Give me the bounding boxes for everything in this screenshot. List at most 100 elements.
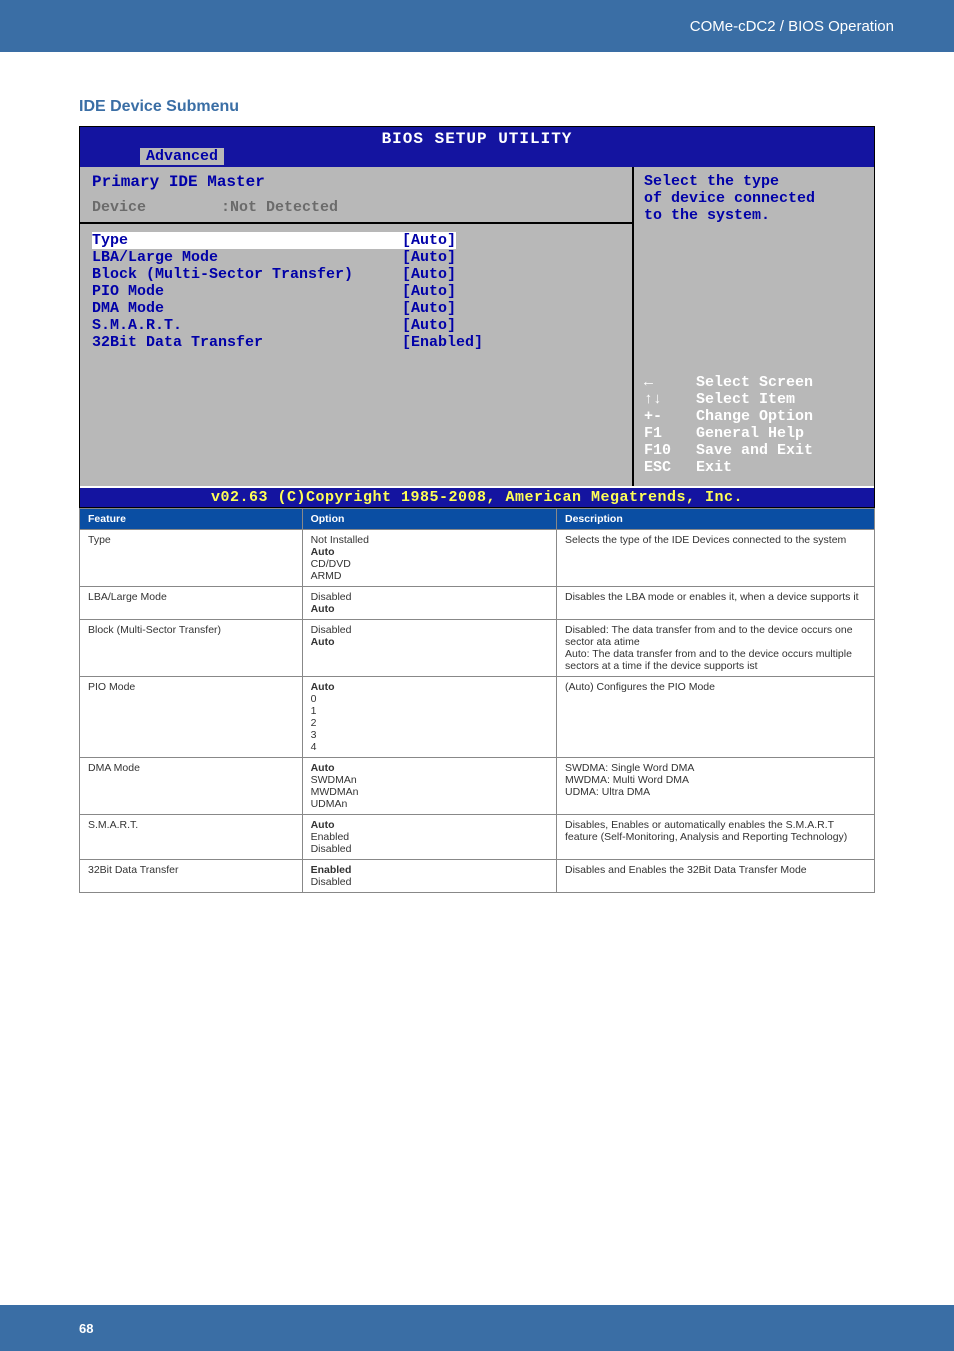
cell-option: AutoEnabledDisabled (302, 815, 556, 860)
cell-feature: Type (80, 530, 303, 587)
desc-line: Disabled: The data transfer from and to … (565, 624, 866, 648)
bios-key-row: +-Change Option (644, 408, 864, 425)
desc-line: SWDMA: Single Word DMA (565, 762, 866, 774)
bios-item-value: [Auto] (402, 317, 456, 334)
feature-table: Feature Option Description TypeNot Insta… (79, 508, 875, 893)
cell-description: (Auto) Configures the PIO Mode (556, 677, 874, 758)
option-value: 0 (311, 693, 548, 705)
breadcrumb: COMe-cDC2 / BIOS Operation (690, 18, 894, 35)
bios-key: ← (644, 374, 696, 391)
table-row: LBA/Large ModeDisabledAutoDisables the L… (80, 587, 875, 620)
bios-item-label: Type (92, 232, 128, 249)
table-row: 32Bit Data TransferEnabledDisabledDisabl… (80, 860, 875, 893)
option-value: Enabled (311, 864, 548, 876)
page-number: 68 (79, 1321, 93, 1336)
table-row: Block (Multi-Sector Transfer)DisabledAut… (80, 620, 875, 677)
option-value: Auto (311, 636, 548, 648)
cell-description: Disables the LBA mode or enables it, whe… (556, 587, 874, 620)
cell-option: EnabledDisabled (302, 860, 556, 893)
content: BIOS SETUP UTILITY Advanced Primary IDE … (0, 126, 954, 893)
bios-item-row: PIO Mode[Auto] (92, 283, 620, 300)
bios-item-value: [Auto] (402, 283, 456, 300)
bios-device-row: Device :Not Detected (92, 199, 620, 216)
bios-key: ESC (644, 459, 696, 476)
desc-line: Disables, Enables or automatically enabl… (565, 819, 866, 843)
desc-line: Auto: The data transfer from and to the … (565, 648, 866, 672)
bios-item-value: [Auto] (402, 249, 456, 266)
option-value: ARMD (311, 570, 548, 582)
bios-item-row: Block (Multi-Sector Transfer)[Auto] (92, 266, 620, 283)
bios-item-value: [Auto] (402, 300, 456, 317)
bios-keys: ←Select Screen↑↓Select Item+-Change Opti… (644, 374, 864, 476)
page-footer: 68 (0, 1305, 954, 1351)
cell-description: Disables and Enables the 32Bit Data Tran… (556, 860, 874, 893)
bios-left-heading: Primary IDE Master (92, 173, 620, 191)
bios-key-text: Exit (696, 459, 732, 476)
option-value: Auto (311, 819, 548, 831)
table-row: PIO ModeAuto01234(Auto) Configures the P… (80, 677, 875, 758)
bios-help-1: Select the type (644, 173, 864, 190)
bios-key: +- (644, 408, 696, 425)
cell-option: AutoSWDMAnMWDMAnUDMAn (302, 758, 556, 815)
bios-key-text: Save and Exit (696, 442, 813, 459)
bios-item-value: [Auto] (402, 266, 456, 283)
bios-item-label: LBA/Large Mode (92, 249, 402, 266)
bios-items: Type[Auto]LBA/Large Mode[Auto]Block (Mul… (92, 232, 620, 351)
page-header: COMe-cDC2 / BIOS Operation (0, 0, 954, 52)
bios-item-label: DMA Mode (92, 300, 402, 317)
bios-divider (80, 222, 632, 224)
option-value: Auto (311, 681, 548, 693)
option-value: MWDMAn (311, 786, 548, 798)
bios-left-pane: Primary IDE Master Device :Not Detected … (80, 167, 634, 486)
bios-item-value: [Enabled] (402, 334, 483, 351)
option-value: CD/DVD (311, 558, 548, 570)
bios-footer: v02.63 (C)Copyright 1985-2008, American … (80, 486, 874, 507)
bios-key-row: ←Select Screen (644, 374, 864, 391)
bios-item-row: S.M.A.R.T.[Auto] (92, 317, 620, 334)
bios-key-text: General Help (696, 425, 804, 442)
cell-description: SWDMA: Single Word DMAMWDMA: Multi Word … (556, 758, 874, 815)
bios-key-text: Select Item (696, 391, 795, 408)
table-row: S.M.A.R.T.AutoEnabledDisabled Disables, E… (80, 815, 875, 860)
bios-device-label: Device (92, 199, 212, 216)
bios-item-value: [Auto] (402, 232, 456, 249)
bios-tabs: Advanced (80, 148, 874, 167)
bios-item-label: 32Bit Data Transfer (92, 334, 402, 351)
desc-line: Disables and Enables the 32Bit Data Tran… (565, 864, 866, 876)
cell-feature: DMA Mode (80, 758, 303, 815)
bios-body: Primary IDE Master Device :Not Detected … (80, 167, 874, 486)
cell-option: Not InstalledAutoCD/DVDARMD (302, 530, 556, 587)
bios-item-row: Type [Auto] (92, 232, 620, 249)
cell-feature: PIO Mode (80, 677, 303, 758)
bios-item-row: LBA/Large Mode[Auto] (92, 249, 620, 266)
cell-option: Auto01234 (302, 677, 556, 758)
section-heading: IDE Device Submenu (79, 98, 954, 116)
cell-feature: 32Bit Data Transfer (80, 860, 303, 893)
cell-description: Disabled: The data transfer from and to … (556, 620, 874, 677)
bios-item-row: DMA Mode[Auto] (92, 300, 620, 317)
option-value: 1 (311, 705, 548, 717)
cell-description: Selects the type of the IDE Devices conn… (556, 530, 874, 587)
bios-right-pane: Select the type of device connected to t… (634, 167, 874, 486)
bios-key: ↑↓ (644, 391, 696, 408)
th-option: Option (302, 509, 556, 530)
option-value: 2 (311, 717, 548, 729)
bios-key-row: ↑↓Select Item (644, 391, 864, 408)
option-value: Enabled (311, 831, 548, 843)
option-value: 4 (311, 741, 548, 753)
bios-title: BIOS SETUP UTILITY (80, 127, 874, 148)
bios-key-text: Select Screen (696, 374, 813, 391)
th-description: Description (556, 509, 874, 530)
bios-key-row: ESCExit (644, 459, 864, 476)
option-value: Auto (311, 762, 548, 774)
table-row: TypeNot InstalledAutoCD/DVDARMD Selects t… (80, 530, 875, 587)
option-value: Not Installed (311, 534, 548, 546)
cell-feature: S.M.A.R.T. (80, 815, 303, 860)
desc-line: Disables the LBA mode or enables it, whe… (565, 591, 866, 603)
table-row: DMA ModeAutoSWDMAnMWDMAnUDMAnSWDMA: Sing… (80, 758, 875, 815)
option-value: Disabled (311, 876, 548, 888)
option-value: Auto (311, 603, 548, 615)
bios-key: F1 (644, 425, 696, 442)
desc-line: Selects the type of the IDE Devices conn… (565, 534, 866, 546)
desc-line: MWDMA: Multi Word DMA (565, 774, 866, 786)
